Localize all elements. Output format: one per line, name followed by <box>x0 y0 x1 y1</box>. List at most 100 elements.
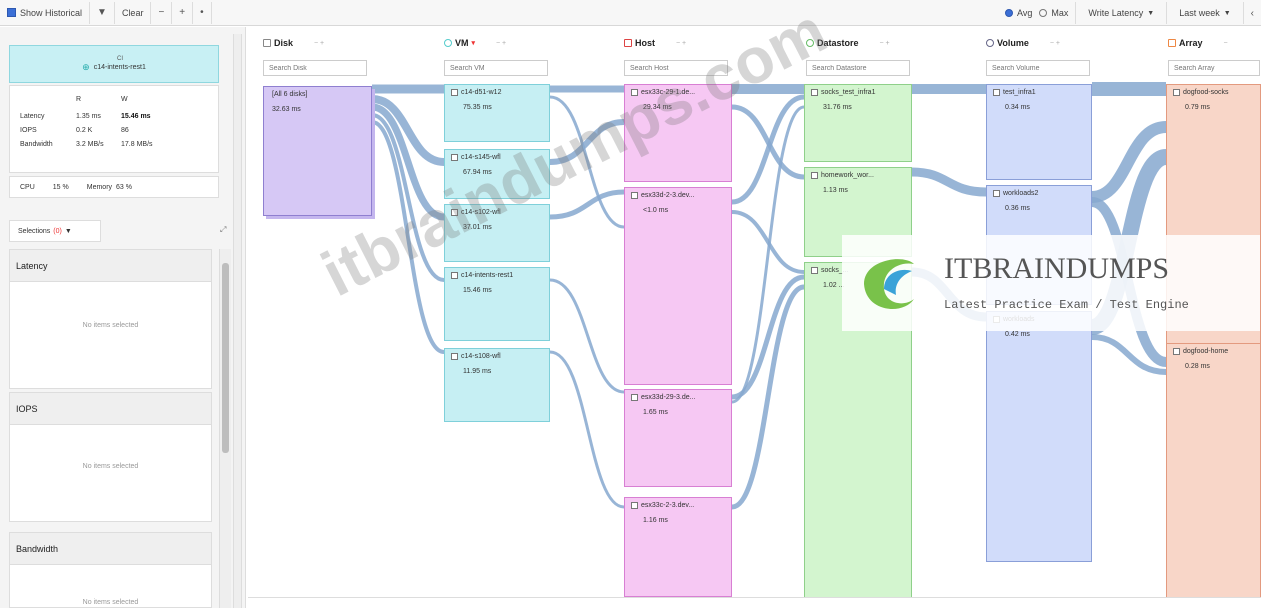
column-title: Disk <box>274 38 294 48</box>
node-value: 1.16 ms <box>643 517 668 524</box>
section-title: Bandwidth <box>10 533 211 565</box>
column-header-host: Host − + <box>624 37 686 49</box>
search-disk-input[interactable] <box>263 60 367 76</box>
host-node[interactable]: esx33d-29-3.de... 1.65 ms <box>624 389 732 487</box>
scrollbar-thumb[interactable] <box>222 263 229 453</box>
node-value: 1.13 ms <box>823 187 848 194</box>
host-icon <box>624 39 632 47</box>
flow-link <box>549 350 625 509</box>
checkbox[interactable] <box>1173 348 1180 355</box>
zoom-out-button[interactable]: − <box>151 1 173 24</box>
checkbox[interactable] <box>451 272 458 279</box>
checkbox[interactable] <box>811 172 818 179</box>
zoom-in-button[interactable]: + <box>172 1 194 24</box>
chevron-down-icon: ▼ <box>1223 9 1231 17</box>
show-historical-toggle[interactable]: Show Historical <box>0 1 91 24</box>
toolbar: Show Historical ▼ Clear − + • Avg Max Wr… <box>0 0 1261 26</box>
dot-icon: • <box>200 7 204 18</box>
max-radio[interactable] <box>1039 9 1048 17</box>
column-header-array: Array − <box>1168 37 1228 49</box>
range-dropdown[interactable]: Last week ▼ <box>1167 2 1244 24</box>
empty-message: No items selected <box>82 599 139 606</box>
metric-dropdown[interactable]: Write Latency ▼ <box>1075 2 1168 24</box>
previous-button[interactable]: ‹ <box>1244 2 1261 24</box>
flow-footer <box>248 597 1261 608</box>
panel-splitter[interactable] <box>233 34 242 608</box>
zoom-controls[interactable]: − + <box>1050 40 1060 47</box>
plus-icon: + <box>179 7 186 18</box>
column-title: Volume <box>997 38 1029 48</box>
left-scrollbar[interactable] <box>219 249 231 608</box>
vm-node[interactable]: c14-s108-wfl 11.95 ms <box>444 348 550 422</box>
volume-node[interactable]: test_infra1 0.34 ms <box>986 84 1092 180</box>
node-name: dogfood-home <box>1183 348 1229 355</box>
stats-read-value: 1.35 ms <box>76 113 101 120</box>
search-volume-input[interactable] <box>986 60 1090 76</box>
zoom-controls[interactable]: − + <box>314 40 324 47</box>
stats-label: Latency <box>20 113 45 120</box>
zoom-controls[interactable]: − <box>1224 40 1228 47</box>
iops-section: IOPS No items selected <box>9 392 212 522</box>
stats-write-value: 86 <box>121 127 129 134</box>
range-label: Last week <box>1179 8 1220 18</box>
host-node[interactable]: esx33c-2-3.dev... 1.16 ms <box>624 497 732 597</box>
node-name: homework_wor... <box>821 172 874 179</box>
flow-link <box>911 167 987 197</box>
disk-node[interactable]: [All 6 disks] 32.63 ms <box>263 86 372 216</box>
checkbox[interactable] <box>631 502 638 509</box>
selections-dropdown[interactable]: Selections (0) ▼ <box>9 220 101 242</box>
checkbox[interactable] <box>811 267 818 274</box>
checkbox[interactable] <box>451 353 458 360</box>
stats-row: Latency 1.35 ms 15.46 ms <box>20 113 166 120</box>
host-node[interactable]: esx33d-2-3.dev... <1.0 ms <box>624 187 732 385</box>
filter-button[interactable]: ▼ <box>90 1 115 24</box>
checkbox[interactable] <box>811 89 818 96</box>
column-header-vm: VM ▾ − + <box>444 37 506 49</box>
memory-label: Memory <box>86 183 113 191</box>
array-node[interactable]: dogfood-home 0.28 ms <box>1166 343 1261 598</box>
cpu-label: CPU <box>20 183 35 191</box>
checkbox[interactable] <box>451 154 458 161</box>
expand-icon[interactable]: ⤢ <box>220 225 226 235</box>
flow-link <box>731 284 805 510</box>
watermark-brand: ITBRAINDUMPS <box>944 252 1170 285</box>
datastore-node[interactable]: socks_test_infra1 31.76 ms <box>804 84 912 162</box>
column-header-volume: Volume − + <box>986 37 1060 49</box>
node-value: 11.95 ms <box>463 368 492 375</box>
vm-node[interactable]: c14-intents-rest1 15.46 ms <box>444 267 550 341</box>
checkbox[interactable] <box>1173 89 1180 96</box>
volume-node[interactable]: workloads 0.42 ms <box>986 311 1092 562</box>
search-array-input[interactable] <box>1168 60 1260 76</box>
selected-object-card[interactable]: CI ⊕ c14-intents-rest1 <box>9 45 219 83</box>
stats-label: Bandwidth <box>20 141 53 148</box>
node-name: esx33d-2-3.dev... <box>641 192 695 199</box>
zoom-controls[interactable]: − + <box>880 40 890 47</box>
node-value: 0.79 ms <box>1185 104 1210 111</box>
zoom-controls[interactable]: − + <box>496 40 506 47</box>
selections-count: (0) <box>53 227 62 235</box>
checkbox[interactable] <box>993 89 1000 96</box>
checkbox[interactable] <box>631 192 638 199</box>
zoom-controls[interactable]: − + <box>676 40 686 47</box>
stats-write-value: 17.8 MB/s <box>121 141 153 148</box>
latency-section: Latency No items selected <box>9 249 212 389</box>
reset-zoom-button[interactable]: • <box>193 1 212 24</box>
minus-icon: − <box>158 7 165 18</box>
cpu-value: 15 % <box>52 183 69 191</box>
column-title: VM <box>455 38 469 48</box>
checkbox[interactable] <box>451 89 458 96</box>
node-value: 75.35 ms <box>463 104 492 111</box>
avg-radio[interactable] <box>1005 9 1014 17</box>
chevron-down-icon: ▼ <box>64 227 72 235</box>
stats-row: Bandwidth 3.2 MB/s 17.8 MB/s <box>20 141 166 148</box>
chevron-down-icon: ▼ <box>1147 9 1155 17</box>
aggregation-toggle: Avg Max <box>998 2 1075 24</box>
search-vm-input[interactable] <box>444 60 548 76</box>
stats-read-value: 0.2 K <box>76 127 93 134</box>
checkbox[interactable] <box>631 394 638 401</box>
checkbox[interactable] <box>993 190 1000 197</box>
node-value: 0.42 ms <box>1005 331 1030 338</box>
clear-button[interactable]: Clear <box>115 1 152 24</box>
node-value: 0.28 ms <box>1185 363 1210 370</box>
filter-dropdown-icon[interactable]: ▾ <box>472 39 476 47</box>
